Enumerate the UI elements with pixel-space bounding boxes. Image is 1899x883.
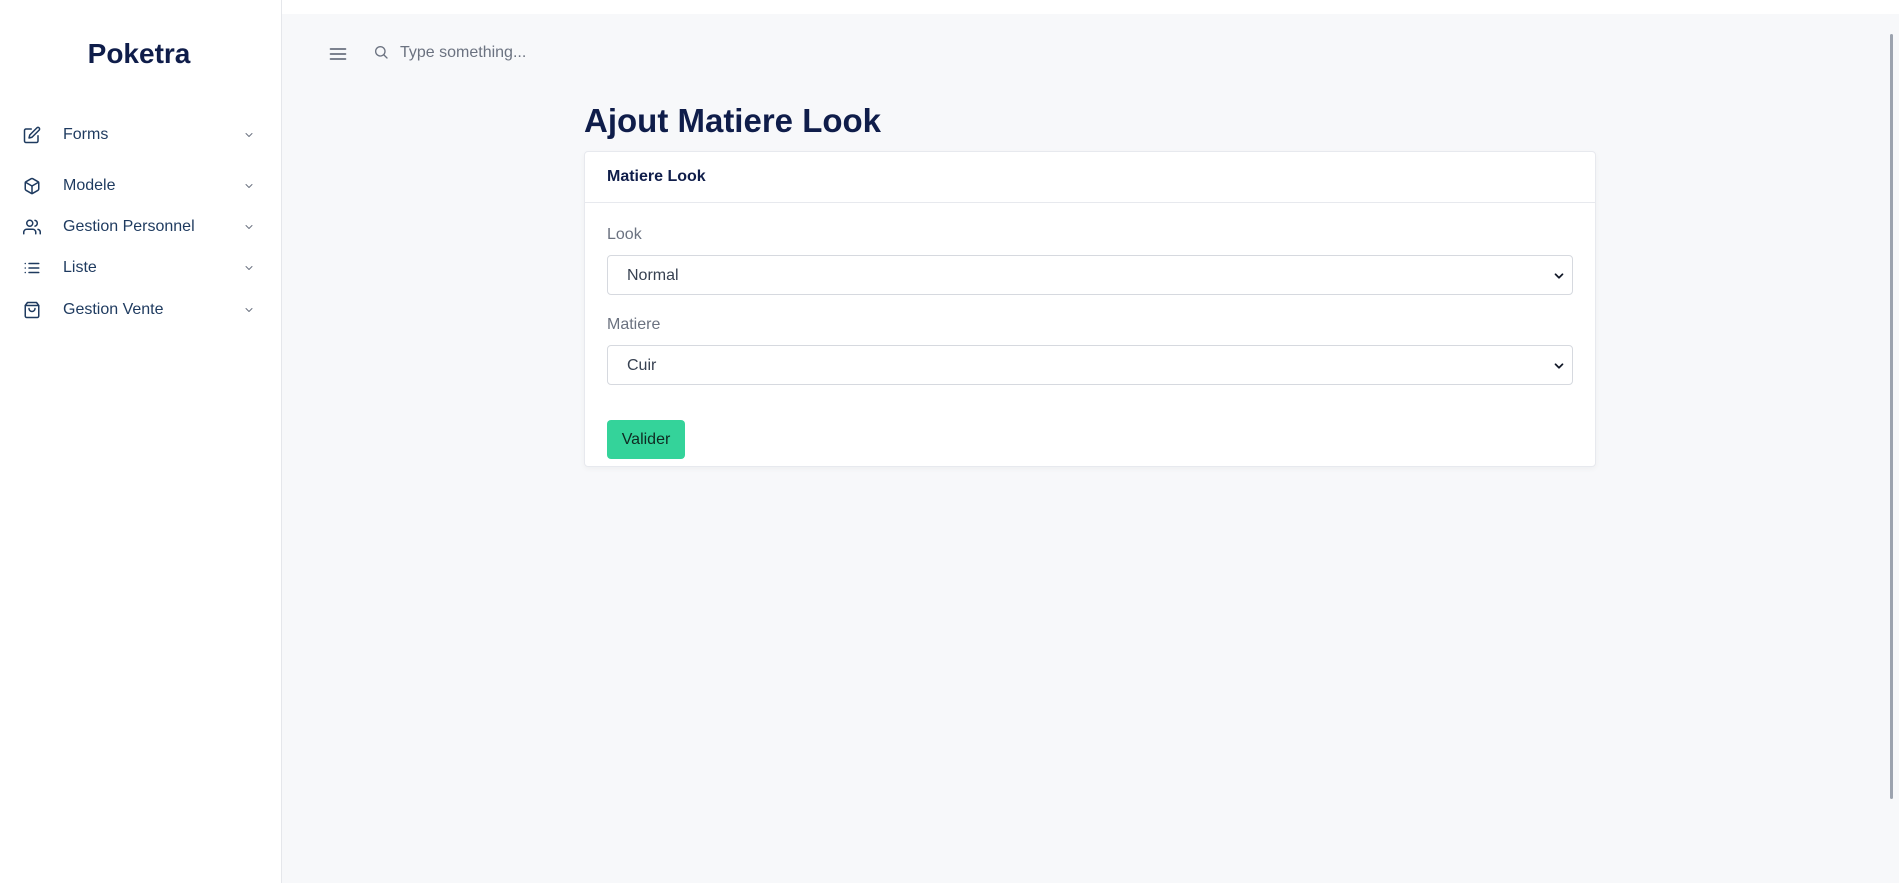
chevron-down-icon (1552, 269, 1566, 283)
sidebar-item-gestion-vente[interactable]: Gestion Vente (0, 293, 282, 327)
scrollbar-thumb[interactable] (1890, 34, 1893, 799)
search-input[interactable] (398, 40, 698, 66)
form-card: Matiere Look Look Normal Matiere Cuir Va… (584, 151, 1596, 467)
sidebar-item-modele[interactable]: Modele (0, 169, 282, 203)
page-scrollbar[interactable] (1885, 14, 1899, 883)
search-icon (373, 44, 389, 60)
sidebar-item-label: Gestion Vente (63, 301, 164, 318)
chevron-down-icon (242, 128, 256, 142)
sidebar-item-label: Forms (63, 126, 109, 143)
shopping-bag-icon (22, 300, 42, 320)
card-title: Matiere Look (607, 168, 706, 185)
look-select[interactable]: Normal (607, 255, 1573, 295)
valider-button[interactable]: Valider (607, 420, 685, 459)
page-title: Ajout Matiere Look (584, 102, 882, 139)
chevron-down-icon (242, 303, 256, 317)
chevron-down-icon (242, 220, 256, 234)
sidebar-item-label: Gestion Personnel (63, 218, 195, 235)
matiere-select-value: Cuir (627, 357, 657, 374)
hamburger-menu-icon[interactable] (328, 44, 348, 64)
chevron-down-icon (242, 179, 256, 193)
chevron-down-icon (1552, 359, 1566, 373)
users-icon (22, 217, 42, 237)
sidebar-item-label: Modele (63, 177, 116, 194)
list-icon (22, 258, 42, 278)
sidebar-item-forms[interactable]: Forms (0, 118, 282, 152)
brand-logo[interactable]: Poketra (0, 38, 278, 70)
main-content: Ajout Matiere Look Matiere Look Look Nor… (282, 14, 1899, 883)
sidebar-item-liste[interactable]: Liste (0, 251, 282, 285)
cube-icon (22, 176, 42, 196)
sidebar: Poketra Forms Modele Gestion Personnel L… (0, 0, 282, 883)
matiere-select[interactable]: Cuir (607, 345, 1573, 385)
look-label: Look (607, 226, 642, 243)
look-select-value: Normal (627, 267, 679, 284)
chevron-down-icon (242, 261, 256, 275)
sidebar-item-gestion-personnel[interactable]: Gestion Personnel (0, 210, 282, 244)
edit-icon (22, 125, 42, 145)
sidebar-item-label: Liste (63, 259, 97, 276)
card-header: Matiere Look (585, 152, 1595, 203)
matiere-label: Matiere (607, 316, 661, 333)
